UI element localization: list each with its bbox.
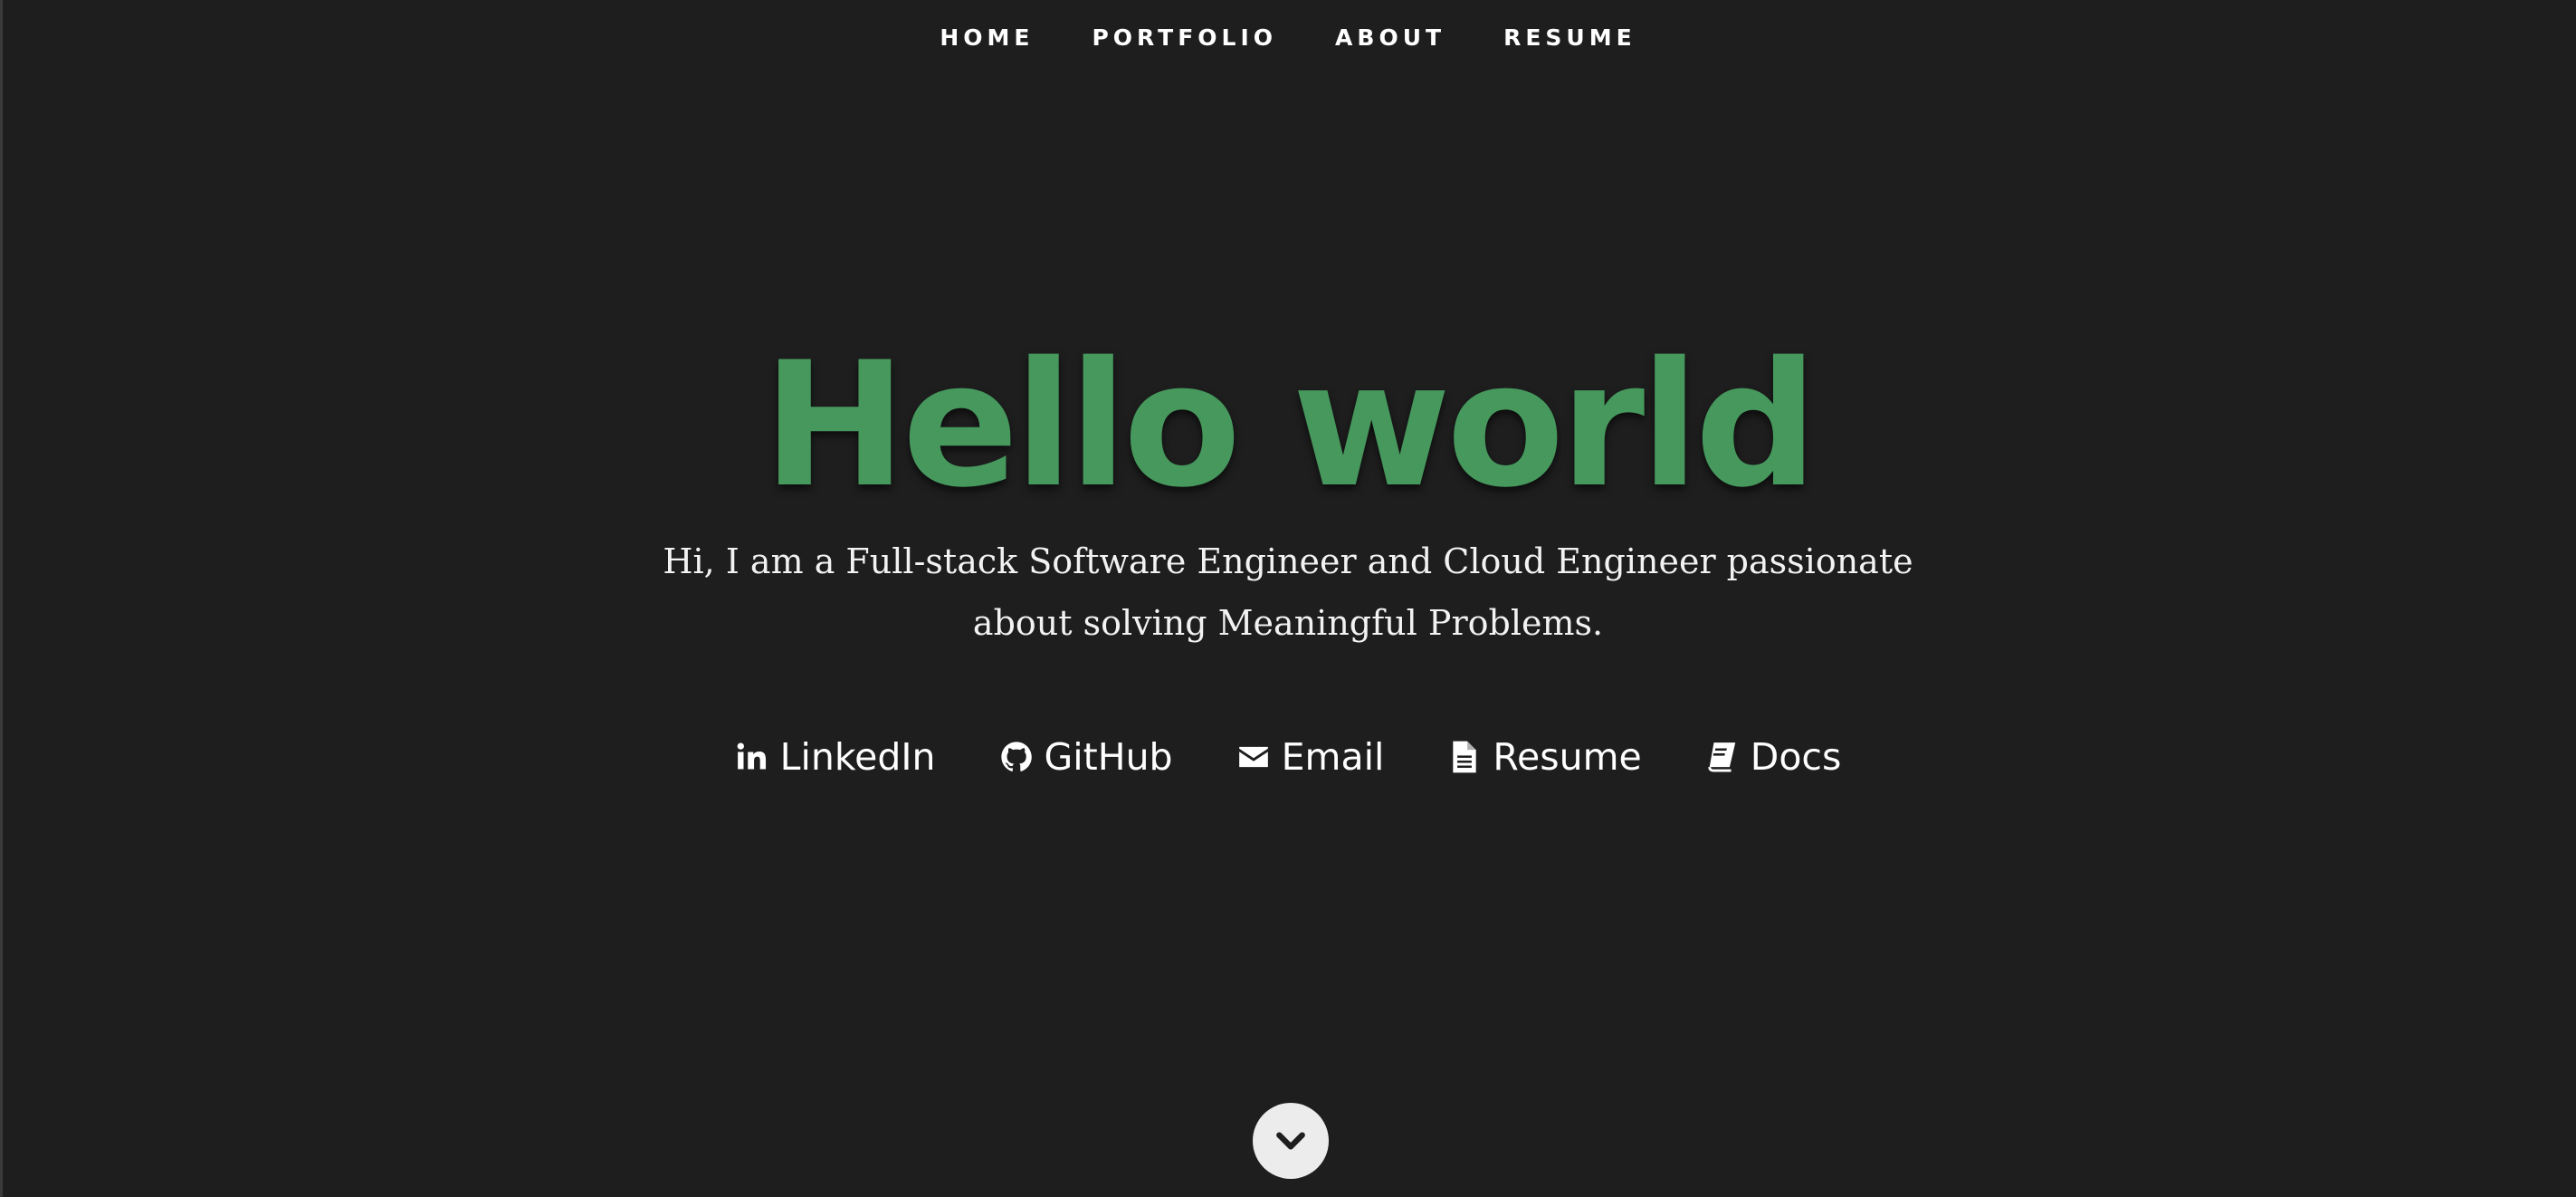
nav-link-about[interactable]: ABOUT bbox=[1335, 24, 1445, 51]
chevron-down-icon bbox=[1274, 1124, 1308, 1158]
window-left-edge bbox=[0, 0, 3, 1197]
top-nav: HOME PORTFOLIO ABOUT RESUME bbox=[0, 0, 2576, 74]
scroll-down-button[interactable] bbox=[1253, 1103, 1329, 1179]
linkedin-icon bbox=[735, 740, 769, 774]
github-link[interactable]: GitHub bbox=[999, 730, 1173, 784]
linkedin-link[interactable]: LinkedIn bbox=[735, 730, 936, 784]
nav-link-portfolio[interactable]: PORTFOLIO bbox=[1092, 24, 1277, 51]
resume-label: Resume bbox=[1493, 735, 1642, 779]
github-label: GitHub bbox=[1044, 735, 1173, 779]
envelope-icon bbox=[1236, 740, 1271, 774]
resume-link[interactable]: Resume bbox=[1447, 730, 1642, 784]
email-label: Email bbox=[1281, 735, 1385, 779]
linkedin-label: LinkedIn bbox=[779, 735, 936, 779]
nav-link-resume[interactable]: RESUME bbox=[1503, 24, 1636, 51]
book-icon bbox=[1705, 740, 1740, 774]
social-links: LinkedIn GitHub Email Resume Docs bbox=[0, 730, 2576, 784]
document-icon bbox=[1447, 740, 1482, 774]
github-icon bbox=[999, 740, 1034, 774]
hero-subtitle: Hi, I am a Full-stack Software Engineer … bbox=[663, 541, 1913, 643]
email-link[interactable]: Email bbox=[1236, 730, 1385, 784]
docs-label: Docs bbox=[1750, 735, 1842, 779]
nav-link-home[interactable]: HOME bbox=[940, 24, 1034, 51]
hero-title: Hello world bbox=[762, 325, 1818, 525]
docs-link[interactable]: Docs bbox=[1705, 730, 1842, 784]
